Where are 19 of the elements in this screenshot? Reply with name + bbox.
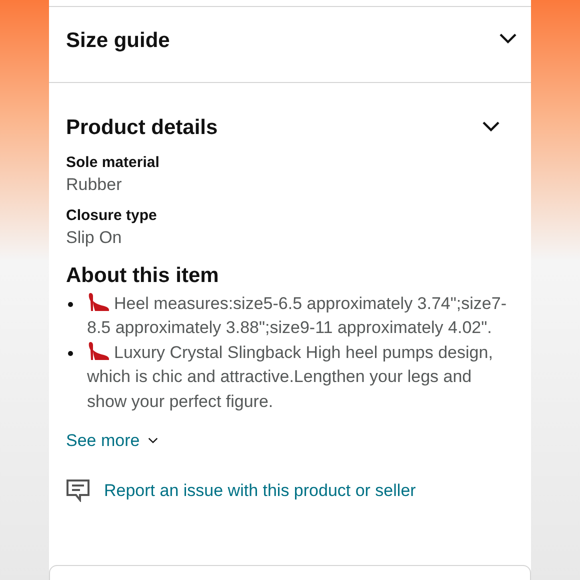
size-guide-header[interactable]: Size guide bbox=[49, 7, 531, 83]
chevron-down-icon bbox=[499, 33, 517, 44]
product-details-header[interactable]: Product details bbox=[66, 112, 500, 144]
attribute-value: Slip On bbox=[66, 226, 123, 248]
section-title: Size guide bbox=[66, 28, 170, 54]
attribute-label: Closure type bbox=[66, 206, 158, 226]
speech-bubble-icon bbox=[66, 478, 90, 502]
attribute-value: Rubber bbox=[66, 174, 123, 196]
chevron-down-icon bbox=[148, 437, 158, 444]
see-more-link[interactable]: See more bbox=[66, 428, 158, 454]
high-heel-shoe-icon bbox=[87, 340, 110, 360]
report-issue-link[interactable]: Report an issue with this product or seller bbox=[66, 478, 519, 503]
attribute-label: Sole material bbox=[66, 152, 160, 172]
bullet-text: Luxury Crystal Slingback High heel pumps design, which is chic and attractive.Lengthen your legs and show your perfect figure. bbox=[87, 340, 494, 412]
high-heel-shoe-icon bbox=[87, 292, 110, 312]
chevron-down-icon bbox=[482, 121, 500, 132]
section-title: About this item bbox=[66, 262, 220, 288]
section-title: Product details bbox=[66, 115, 218, 141]
bullet-text: Heel measures:size5-6.5 approximately 3.74";size7-8.5 approximately 3.88";size9-11 approximately 4.02". bbox=[87, 292, 508, 339]
